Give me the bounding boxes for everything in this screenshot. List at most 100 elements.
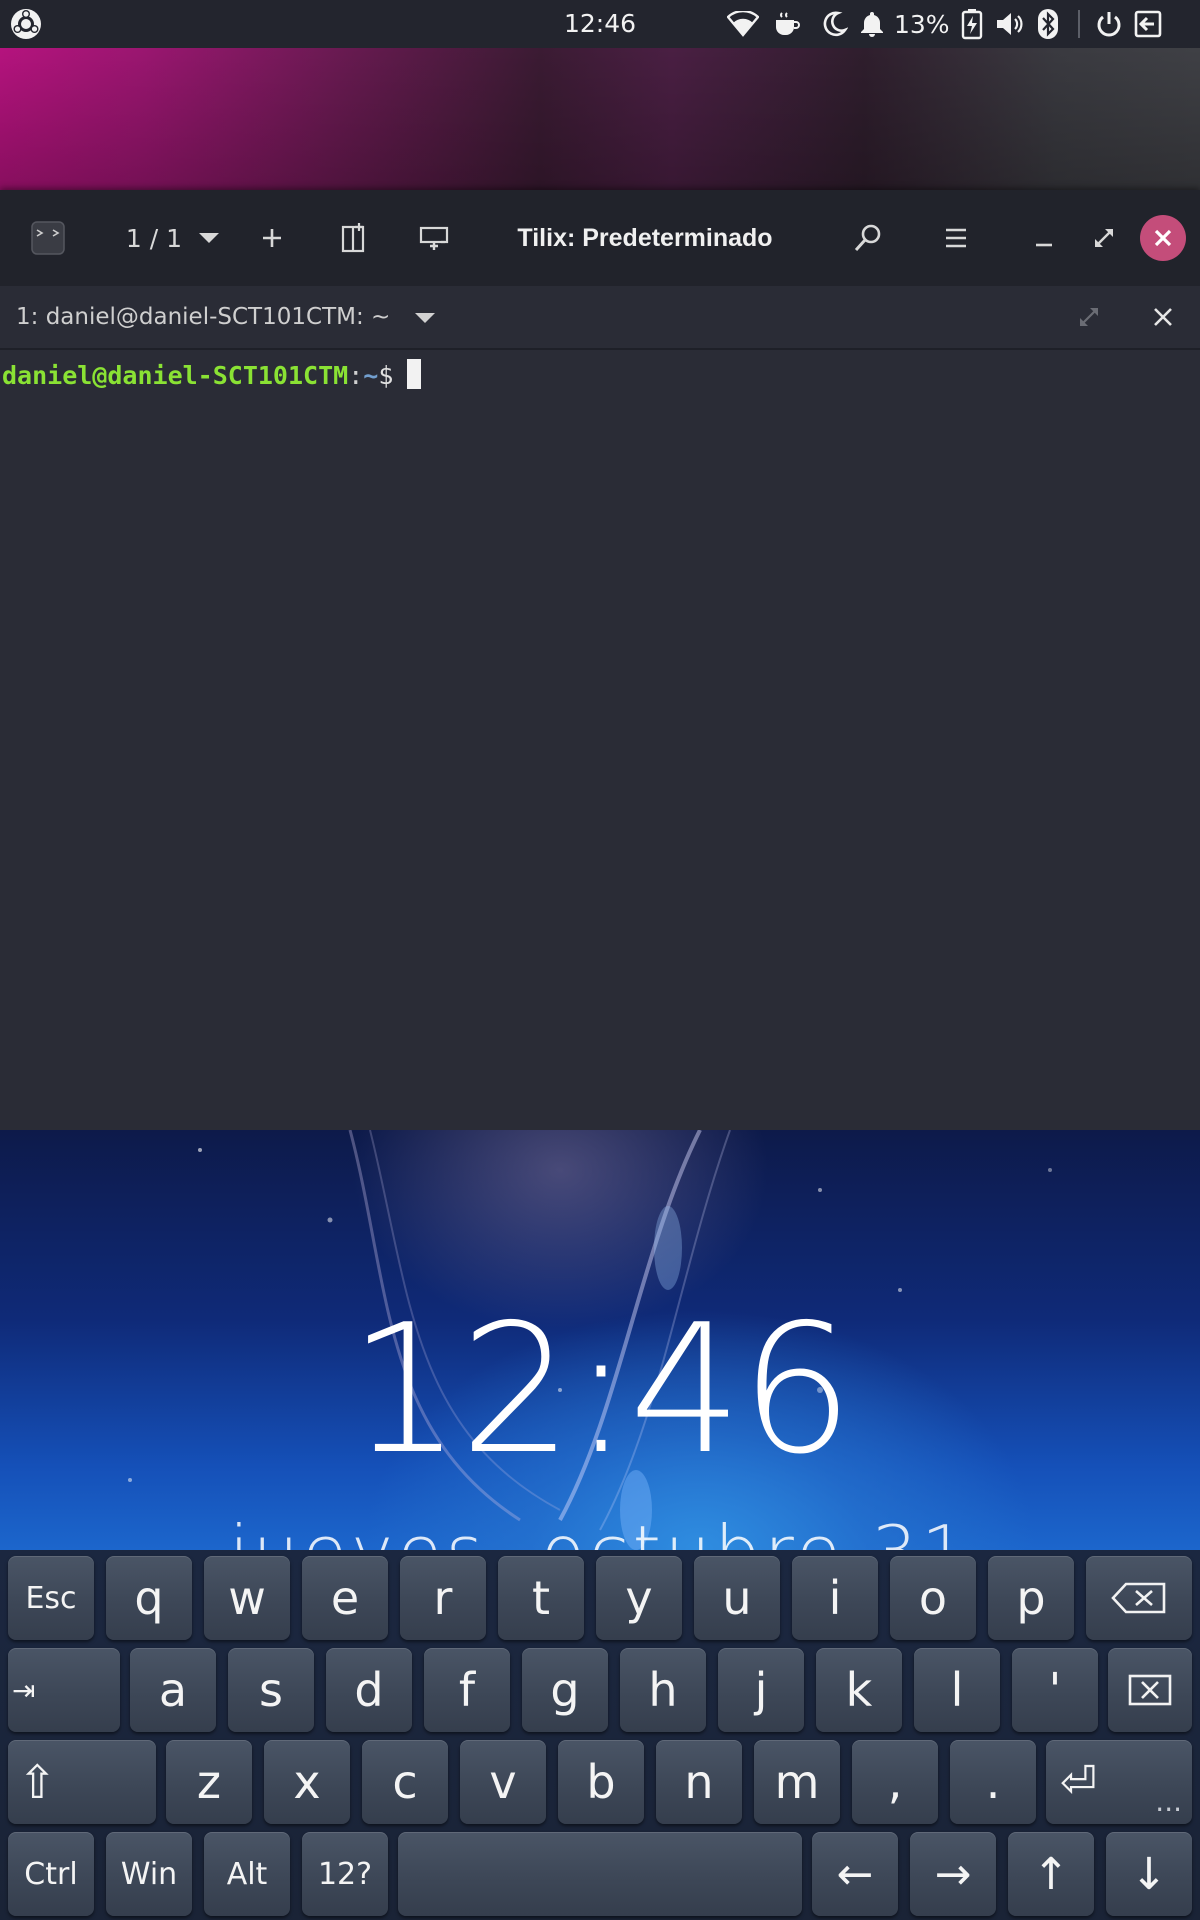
key-h[interactable]: h <box>620 1648 706 1732</box>
maximize-terminal-button[interactable] <box>1078 306 1100 332</box>
maximize-icon <box>1095 229 1113 247</box>
key-tab[interactable]: ⇥ <box>8 1648 120 1732</box>
split-horizontal-icon <box>419 226 449 250</box>
key-g[interactable]: g <box>522 1648 608 1732</box>
key-c[interactable]: c <box>362 1740 448 1824</box>
find-button[interactable] <box>848 190 888 286</box>
chevron-down-icon <box>198 231 220 245</box>
key-o[interactable]: o <box>890 1556 976 1640</box>
minimize-button[interactable] <box>1024 190 1064 286</box>
key-a[interactable]: a <box>130 1648 216 1732</box>
terminal-title[interactable]: 1: daniel@daniel-SCT101CTM: ~ <box>16 286 436 348</box>
terminal-titlebar: 1: daniel@daniel-SCT101CTM: ~ <box>0 286 1200 350</box>
power-icon[interactable] <box>1094 0 1124 48</box>
key-s[interactable]: s <box>228 1648 314 1732</box>
key-arrow-down[interactable]: ↓ <box>1106 1832 1192 1916</box>
key-period[interactable]: . <box>950 1740 1036 1824</box>
volume-icon[interactable] <box>988 0 1032 48</box>
prompt-dollar: $ <box>378 361 394 390</box>
close-terminal-button[interactable] <box>1152 306 1174 332</box>
key-arrow-right[interactable]: → <box>910 1832 996 1916</box>
key-p[interactable]: p <box>988 1556 1074 1640</box>
prompt-colon: : <box>348 361 364 390</box>
terminal-title-text: 1: daniel@daniel-SCT101CTM: ~ <box>16 304 391 330</box>
key-delete[interactable] <box>1108 1648 1192 1732</box>
key-arrow-left[interactable]: ← <box>812 1832 898 1916</box>
key-t[interactable]: t <box>498 1556 584 1640</box>
chevron-down-icon[interactable] <box>414 287 436 349</box>
ubuntu-logo-icon[interactable] <box>10 0 42 48</box>
top-panel: 12:46 13% <box>0 0 1200 48</box>
tilix-window: 1 / 1 Tilix: Predeterminado 1: daniel@da… <box>0 190 1200 1130</box>
logout-icon[interactable] <box>1124 0 1170 48</box>
maximize-icon <box>1080 308 1098 326</box>
key-win[interactable]: Win <box>106 1832 192 1916</box>
key-r[interactable]: r <box>400 1556 486 1640</box>
prompt-line: daniel@daniel-SCT101CTM:~$ <box>2 358 422 394</box>
hamburger-menu-icon <box>946 228 966 248</box>
plus-icon <box>263 229 281 247</box>
key-l[interactable]: l <box>914 1648 1000 1732</box>
maximize-button[interactable] <box>1084 190 1124 286</box>
bluetooth-icon[interactable] <box>1032 0 1064 48</box>
backspace-icon <box>1111 1582 1166 1614</box>
key-arrow-up[interactable]: ↑ <box>1008 1832 1094 1916</box>
key-b[interactable]: b <box>558 1740 644 1824</box>
system-tray: 13% <box>726 0 1170 48</box>
terminal-app-icon[interactable] <box>28 190 68 286</box>
key-m[interactable]: m <box>754 1740 840 1824</box>
key-f[interactable]: f <box>424 1648 510 1732</box>
session-switcher[interactable]: 1 / 1 <box>118 190 228 286</box>
tray-separator <box>1077 10 1080 38</box>
split-vertical-icon <box>341 223 365 253</box>
key-z[interactable]: z <box>166 1740 252 1824</box>
key-d[interactable]: d <box>326 1648 412 1732</box>
key-space[interactable] <box>398 1832 802 1916</box>
prompt-path: ~ <box>363 361 379 390</box>
coffee-cup-icon[interactable] <box>760 0 814 48</box>
key-enter[interactable]: ⏎ ... <box>1046 1740 1192 1824</box>
key-w[interactable]: w <box>204 1556 290 1640</box>
night-moon-icon[interactable] <box>814 0 854 48</box>
key-e[interactable]: e <box>302 1556 388 1640</box>
key-comma[interactable]: , <box>852 1740 938 1824</box>
key-esc[interactable]: Esc <box>8 1556 94 1640</box>
desktop-wallpaper <box>0 48 1200 190</box>
key-alt[interactable]: Alt <box>204 1832 290 1916</box>
key-u[interactable]: u <box>694 1556 780 1640</box>
minimize-icon <box>1036 243 1052 247</box>
more-keys-label: ... <box>1155 1785 1182 1818</box>
key-q[interactable]: q <box>106 1556 192 1640</box>
battery-percent[interactable]: 13% <box>894 10 950 39</box>
close-icon <box>1154 308 1172 326</box>
wifi-icon[interactable] <box>726 0 760 48</box>
lockscreen-clock: 12:46 <box>348 1286 854 1493</box>
key-ctrl[interactable]: Ctrl <box>8 1832 94 1916</box>
lockscreen-date: jueves, octubre 31 <box>0 1510 1200 1550</box>
key-shift[interactable]: ⇧ <box>8 1740 156 1824</box>
notification-bell-icon[interactable] <box>854 0 890 48</box>
main-menu-button[interactable] <box>936 190 976 286</box>
key-numbers[interactable]: 12? <box>302 1832 388 1916</box>
battery-charging-icon[interactable] <box>956 0 988 48</box>
split-down-button[interactable] <box>414 190 458 286</box>
add-session-button[interactable] <box>252 190 292 286</box>
close-window-button[interactable] <box>1140 215 1186 261</box>
key-n[interactable]: n <box>656 1740 742 1824</box>
key-i[interactable]: i <box>792 1556 878 1640</box>
app-menu[interactable] <box>10 0 42 48</box>
terminal-area[interactable]: daniel@daniel-SCT101CTM:~$ <box>0 350 1200 1130</box>
enter-icon: ⏎ <box>1060 1756 1097 1808</box>
key-apostrophe[interactable]: ' <box>1012 1648 1098 1732</box>
panel-clock[interactable]: 12:46 <box>500 0 700 48</box>
key-y[interactable]: y <box>596 1556 682 1640</box>
text-cursor <box>407 359 422 389</box>
key-j[interactable]: j <box>718 1648 804 1732</box>
window-title: Tilix: Predeterminado <box>517 223 773 252</box>
key-x[interactable]: x <box>264 1740 350 1824</box>
split-right-button[interactable] <box>334 190 374 286</box>
lockscreen-background: 12:46 jueves, octubre 31 <box>0 1130 1200 1550</box>
key-backspace[interactable] <box>1086 1556 1192 1640</box>
key-v[interactable]: v <box>460 1740 546 1824</box>
key-k[interactable]: k <box>816 1648 902 1732</box>
